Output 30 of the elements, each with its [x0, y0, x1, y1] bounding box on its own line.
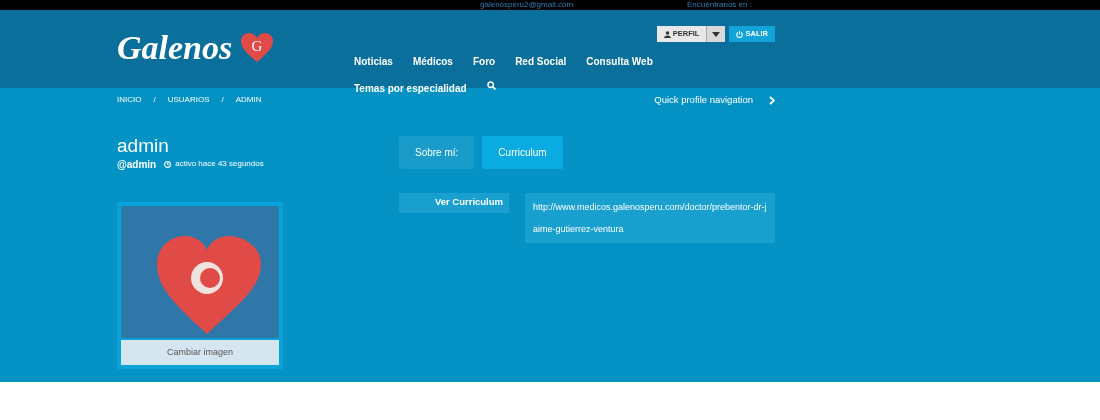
email-link[interactable]: galenosperu2@gmail.com: [480, 0, 574, 10]
chevron-right-icon: [769, 95, 775, 105]
breadcrumb-separator: /: [221, 94, 224, 106]
change-image-button[interactable]: Cambiar imagen: [121, 339, 279, 366]
social-label: Encuéntranos en :: [687, 0, 752, 10]
nav-link[interactable]: Temas por especialidad: [354, 81, 467, 96]
heart-logo-icon: G: [240, 33, 275, 63]
dropdown-button[interactable]: [706, 26, 726, 42]
nav-link[interactable]: Foro: [472, 54, 496, 69]
caret-icon: [712, 31, 721, 37]
site-logo-text[interactable]: Galenos: [117, 31, 233, 65]
nav-link[interactable]: Consulta Web: [586, 54, 653, 69]
profile-handle: @admin: [117, 157, 157, 172]
power-icon: [736, 30, 744, 38]
profile-tab[interactable]: Sobre mí:: [399, 136, 475, 169]
nav-link[interactable]: Noticias: [354, 54, 393, 69]
activity-text: activo hace 43 segundos: [175, 158, 264, 171]
search-icon[interactable]: [486, 81, 496, 90]
user-icon: [663, 30, 671, 38]
breadcrumb-separator: /: [153, 94, 156, 106]
profile-tab[interactable]: Curriculum: [482, 136, 563, 169]
breadcrumb-link[interactable]: USUARIOS: [167, 94, 210, 106]
profile-name: admin: [117, 136, 170, 157]
curriculum-link[interactable]: http://www.medicos.galenosperu.com/doctor/prebentor-dr-jaime-gutierrez-ventura: [525, 193, 775, 243]
quick-profile-navigation-link[interactable]: Quick profile navigation: [654, 92, 775, 108]
clock-icon: [164, 160, 172, 168]
nav-link[interactable]: Red Social: [515, 54, 567, 69]
field-label: Ver Curriculum: [399, 193, 509, 213]
nav-link[interactable]: Médicos: [412, 54, 453, 69]
breadcrumb-link[interactable]: INICIO: [117, 94, 142, 106]
